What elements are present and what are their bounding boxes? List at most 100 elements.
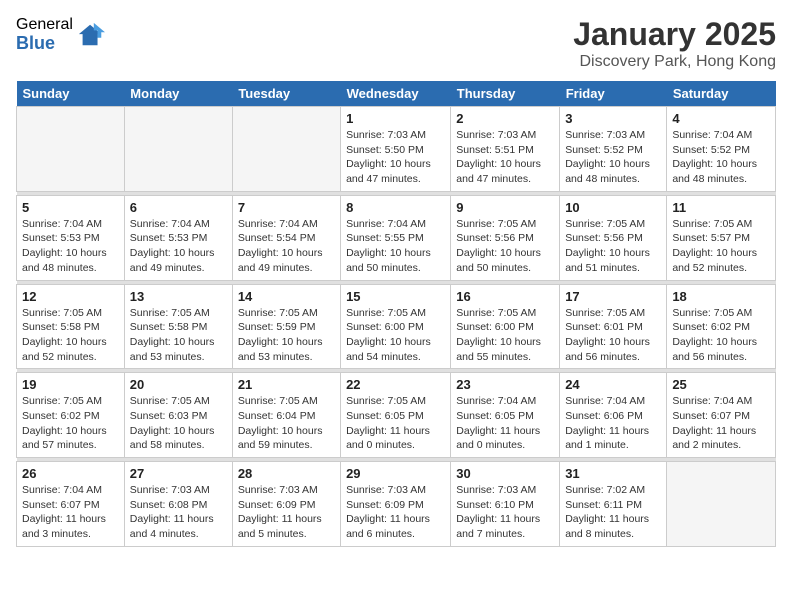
calendar-cell: 17 Sunrise: 7:05 AM Sunset: 6:01 PM Dayli… bbox=[560, 284, 667, 369]
day-number: 18 bbox=[672, 289, 770, 304]
calendar-subtitle: Discovery Park, Hong Kong bbox=[573, 53, 776, 71]
day-number: 15 bbox=[346, 289, 445, 304]
day-info: Sunrise: 7:05 AM Sunset: 6:00 PM Dayligh… bbox=[346, 306, 445, 365]
calendar-cell: 3Sunrise: 7:03 AM Sunset: 5:52 PM Daylig… bbox=[560, 107, 667, 192]
day-info: Sunrise: 7:04 AM Sunset: 5:53 PM Dayligh… bbox=[22, 217, 119, 276]
calendar-cell: 8 Sunrise: 7:04 AM Sunset: 5:55 PM Daylig… bbox=[341, 195, 451, 280]
day-number: 24 bbox=[565, 377, 661, 392]
calendar-cell: 24 Sunrise: 7:04 AM Sunset: 6:06 PM Dayli… bbox=[560, 373, 667, 458]
day-number: 2 bbox=[456, 111, 554, 126]
day-number: 5 bbox=[22, 200, 119, 215]
calendar-cell: 20Sunrise: 7:05 AM Sunset: 6:03 PM Dayli… bbox=[124, 373, 232, 458]
day-number: 16 bbox=[456, 289, 554, 304]
day-info: Sunrise: 7:04 AM Sunset: 5:53 PM Dayligh… bbox=[130, 217, 227, 276]
column-header-sunday: Sunday bbox=[17, 81, 125, 107]
calendar-cell: 11 Sunrise: 7:05 AM Sunset: 5:57 PM Dayli… bbox=[667, 195, 776, 280]
day-number: 30 bbox=[456, 466, 554, 481]
column-header-saturday: Saturday bbox=[667, 81, 776, 107]
calendar-cell: 28 Sunrise: 7:03 AM Sunset: 6:09 PM Dayli… bbox=[232, 462, 340, 547]
calendar-week-row: 26 Sunrise: 7:04 AM Sunset: 6:07 PM Dayli… bbox=[17, 462, 776, 547]
day-info: Sunrise: 7:04 AM Sunset: 6:07 PM Dayligh… bbox=[22, 483, 119, 542]
day-number: 21 bbox=[238, 377, 335, 392]
day-number: 7 bbox=[238, 200, 335, 215]
day-info: Sunrise: 7:05 AM Sunset: 5:58 PM Dayligh… bbox=[22, 306, 119, 365]
day-info: Sunrise: 7:05 AM Sunset: 6:01 PM Dayligh… bbox=[565, 306, 661, 365]
day-number: 29 bbox=[346, 466, 445, 481]
day-info: Sunrise: 7:05 AM Sunset: 5:57 PM Dayligh… bbox=[672, 217, 770, 276]
calendar-cell: 13Sunrise: 7:05 AM Sunset: 5:58 PM Dayli… bbox=[124, 284, 232, 369]
day-number: 3 bbox=[565, 111, 661, 126]
day-info: Sunrise: 7:05 AM Sunset: 5:56 PM Dayligh… bbox=[456, 217, 554, 276]
calendar-cell: 15 Sunrise: 7:05 AM Sunset: 6:00 PM Dayli… bbox=[341, 284, 451, 369]
calendar-cell: 6 Sunrise: 7:04 AM Sunset: 5:53 PM Daylig… bbox=[124, 195, 232, 280]
calendar-cell: 25Sunrise: 7:04 AM Sunset: 6:07 PM Dayli… bbox=[667, 373, 776, 458]
logo-blue: Blue bbox=[16, 34, 73, 54]
calendar-cell: 18 Sunrise: 7:05 AM Sunset: 6:02 PM Dayli… bbox=[667, 284, 776, 369]
calendar-cell: 9 Sunrise: 7:05 AM Sunset: 5:56 PM Daylig… bbox=[451, 195, 560, 280]
column-header-tuesday: Tuesday bbox=[232, 81, 340, 107]
day-number: 26 bbox=[22, 466, 119, 481]
day-info: Sunrise: 7:05 AM Sunset: 5:59 PM Dayligh… bbox=[238, 306, 335, 365]
calendar-cell: 31 Sunrise: 7:02 AM Sunset: 6:11 PM Dayli… bbox=[560, 462, 667, 547]
day-number: 28 bbox=[238, 466, 335, 481]
day-number: 10 bbox=[565, 200, 661, 215]
calendar-cell: 26 Sunrise: 7:04 AM Sunset: 6:07 PM Dayli… bbox=[17, 462, 125, 547]
day-number: 6 bbox=[130, 200, 227, 215]
calendar-cell: 21Sunrise: 7:05 AM Sunset: 6:04 PM Dayli… bbox=[232, 373, 340, 458]
day-info: Sunrise: 7:03 AM Sunset: 6:08 PM Dayligh… bbox=[130, 483, 227, 542]
calendar-table: SundayMondayTuesdayWednesdayThursdayFrid… bbox=[16, 81, 776, 547]
day-number: 17 bbox=[565, 289, 661, 304]
title-block: January 2025 Discovery Park, Hong Kong bbox=[573, 16, 776, 71]
calendar-cell: 10 Sunrise: 7:05 AM Sunset: 5:56 PM Dayli… bbox=[560, 195, 667, 280]
calendar-cell: 16 Sunrise: 7:05 AM Sunset: 6:00 PM Dayli… bbox=[451, 284, 560, 369]
day-info: Sunrise: 7:04 AM Sunset: 6:06 PM Dayligh… bbox=[565, 394, 661, 453]
day-number: 27 bbox=[130, 466, 227, 481]
day-info: Sunrise: 7:03 AM Sunset: 6:10 PM Dayligh… bbox=[456, 483, 554, 542]
day-info: Sunrise: 7:03 AM Sunset: 5:50 PM Dayligh… bbox=[346, 128, 445, 187]
day-info: Sunrise: 7:04 AM Sunset: 5:55 PM Dayligh… bbox=[346, 217, 445, 276]
logo: General Blue bbox=[16, 16, 105, 53]
day-number: 8 bbox=[346, 200, 445, 215]
calendar-cell: 22 Sunrise: 7:05 AM Sunset: 6:05 PM Dayli… bbox=[341, 373, 451, 458]
calendar-title: January 2025 bbox=[573, 16, 776, 53]
day-number: 22 bbox=[346, 377, 445, 392]
column-header-wednesday: Wednesday bbox=[341, 81, 451, 107]
calendar-week-row: 19 Sunrise: 7:05 AM Sunset: 6:02 PM Dayli… bbox=[17, 373, 776, 458]
calendar-week-row: 5 Sunrise: 7:04 AM Sunset: 5:53 PM Daylig… bbox=[17, 195, 776, 280]
day-info: Sunrise: 7:04 AM Sunset: 5:52 PM Dayligh… bbox=[672, 128, 770, 187]
logo-icon bbox=[77, 21, 105, 49]
day-info: Sunrise: 7:03 AM Sunset: 6:09 PM Dayligh… bbox=[346, 483, 445, 542]
day-info: Sunrise: 7:04 AM Sunset: 5:54 PM Dayligh… bbox=[238, 217, 335, 276]
day-number: 13 bbox=[130, 289, 227, 304]
logo-general: General bbox=[16, 16, 73, 34]
day-info: Sunrise: 7:04 AM Sunset: 6:07 PM Dayligh… bbox=[672, 394, 770, 453]
calendar-cell bbox=[667, 462, 776, 547]
day-number: 9 bbox=[456, 200, 554, 215]
day-info: Sunrise: 7:02 AM Sunset: 6:11 PM Dayligh… bbox=[565, 483, 661, 542]
calendar-cell: 30 Sunrise: 7:03 AM Sunset: 6:10 PM Dayli… bbox=[451, 462, 560, 547]
day-number: 14 bbox=[238, 289, 335, 304]
calendar-week-row: 12 Sunrise: 7:05 AM Sunset: 5:58 PM Dayli… bbox=[17, 284, 776, 369]
day-info: Sunrise: 7:05 AM Sunset: 6:02 PM Dayligh… bbox=[672, 306, 770, 365]
day-info: Sunrise: 7:03 AM Sunset: 6:09 PM Dayligh… bbox=[238, 483, 335, 542]
day-info: Sunrise: 7:05 AM Sunset: 6:05 PM Dayligh… bbox=[346, 394, 445, 453]
day-info: Sunrise: 7:05 AM Sunset: 6:00 PM Dayligh… bbox=[456, 306, 554, 365]
column-header-friday: Friday bbox=[560, 81, 667, 107]
calendar-cell bbox=[17, 107, 125, 192]
calendar-week-row: 1 Sunrise: 7:03 AM Sunset: 5:50 PM Daylig… bbox=[17, 107, 776, 192]
day-number: 1 bbox=[346, 111, 445, 126]
day-number: 31 bbox=[565, 466, 661, 481]
day-info: Sunrise: 7:05 AM Sunset: 6:02 PM Dayligh… bbox=[22, 394, 119, 453]
day-info: Sunrise: 7:03 AM Sunset: 5:51 PM Dayligh… bbox=[456, 128, 554, 187]
day-number: 12 bbox=[22, 289, 119, 304]
calendar-cell: 12 Sunrise: 7:05 AM Sunset: 5:58 PM Dayli… bbox=[17, 284, 125, 369]
day-number: 11 bbox=[672, 200, 770, 215]
day-number: 19 bbox=[22, 377, 119, 392]
calendar-cell: 27 Sunrise: 7:03 AM Sunset: 6:08 PM Dayli… bbox=[124, 462, 232, 547]
day-info: Sunrise: 7:05 AM Sunset: 5:56 PM Dayligh… bbox=[565, 217, 661, 276]
calendar-cell: 2 Sunrise: 7:03 AM Sunset: 5:51 PM Daylig… bbox=[451, 107, 560, 192]
day-number: 4 bbox=[672, 111, 770, 126]
day-info: Sunrise: 7:05 AM Sunset: 6:03 PM Dayligh… bbox=[130, 394, 227, 453]
calendar-cell bbox=[232, 107, 340, 192]
calendar-cell: 23Sunrise: 7:04 AM Sunset: 6:05 PM Dayli… bbox=[451, 373, 560, 458]
